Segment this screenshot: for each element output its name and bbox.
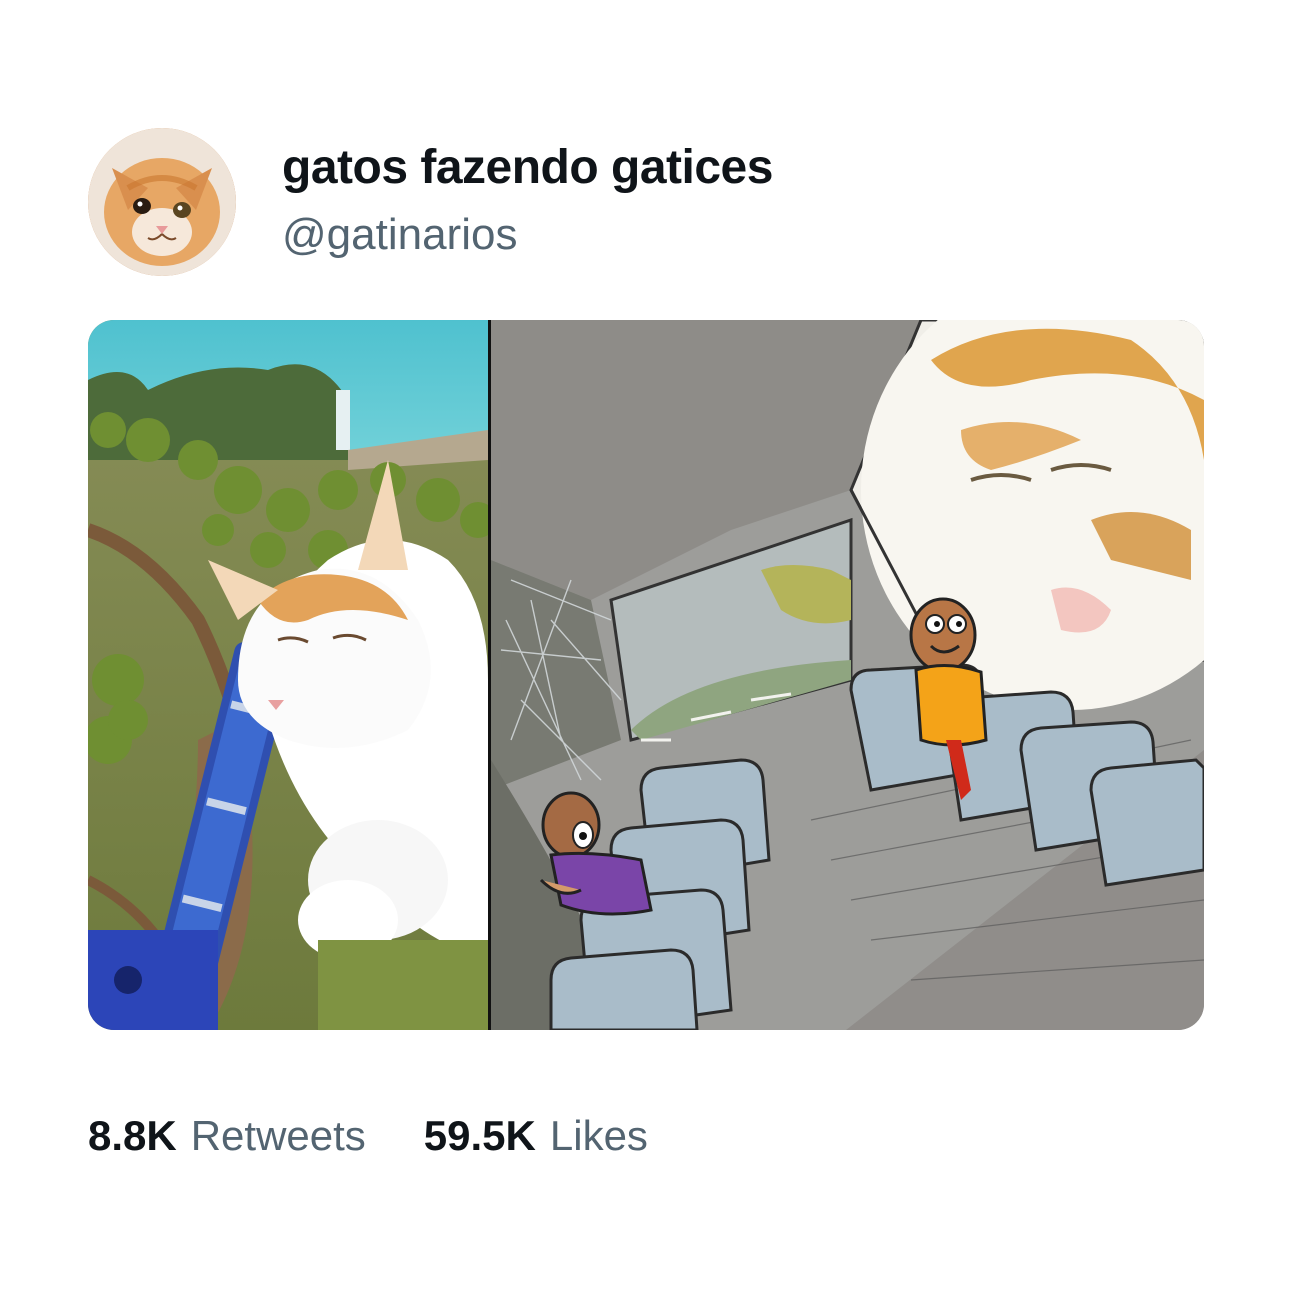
- author-handle[interactable]: @gatinarios: [282, 210, 517, 260]
- cat-on-train-illustration: [88, 320, 488, 1030]
- likes-count: 59.5K: [423, 1112, 536, 1159]
- likes-stat[interactable]: 59.5K Likes: [424, 1112, 648, 1160]
- likes-label: Likes: [549, 1112, 648, 1159]
- tweet-stats: 8.8K Retweets 59.5K Likes: [88, 1112, 648, 1160]
- media-left-panel: [88, 320, 488, 1030]
- author-avatar[interactable]: [88, 128, 236, 276]
- retweets-count: 8.8K: [88, 1112, 177, 1159]
- orange-cat-avatar-icon: [88, 128, 236, 276]
- retweets-stat[interactable]: 8.8K Retweets: [88, 1112, 366, 1160]
- author-display-name[interactable]: gatos fazendo gatices: [282, 140, 773, 195]
- retweets-label: Retweets: [190, 1112, 366, 1159]
- bus-meme-illustration: [491, 320, 1204, 1030]
- tweet-card: gatos fazendo gatices @gatinarios 8.8K R…: [0, 0, 1292, 1292]
- media-right-panel: [491, 320, 1204, 1030]
- tweet-media-image[interactable]: [88, 320, 1204, 1030]
